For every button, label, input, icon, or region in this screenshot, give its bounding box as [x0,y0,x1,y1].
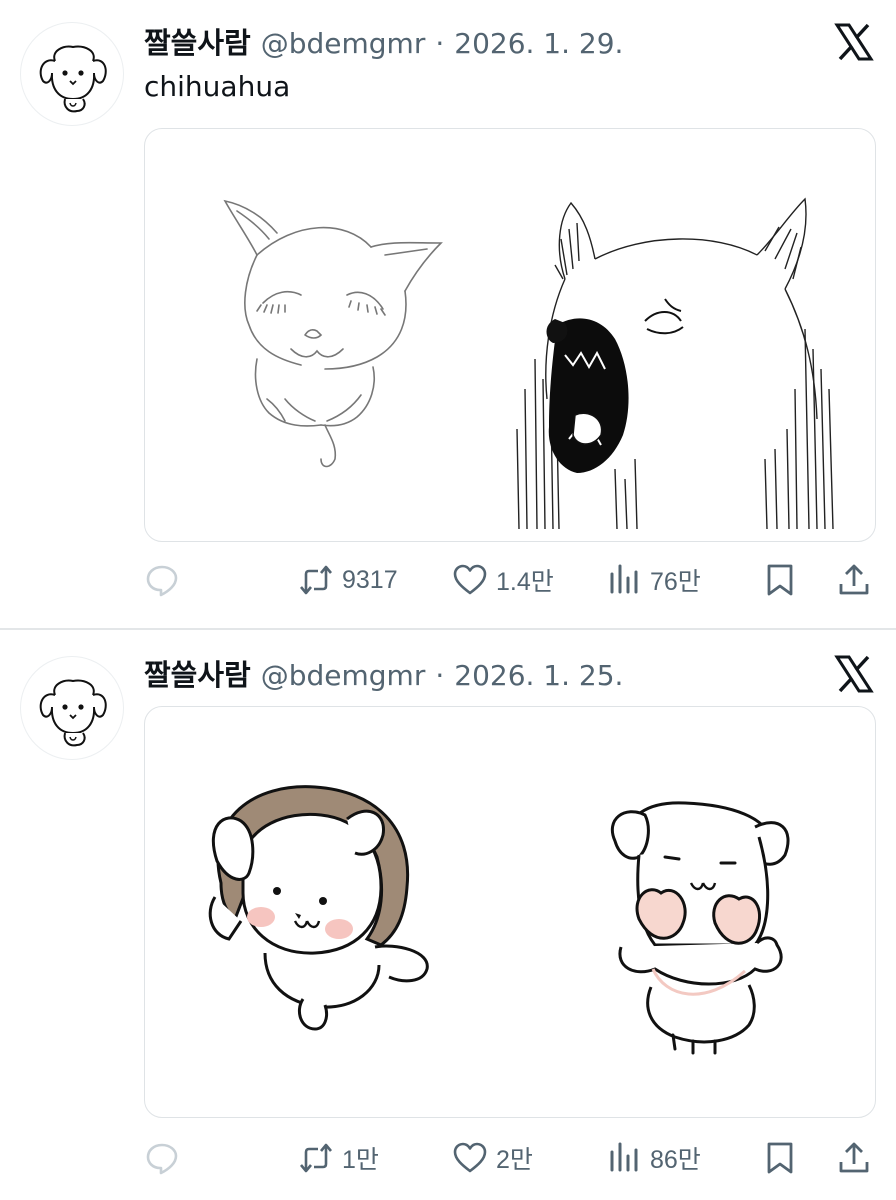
avatar[interactable] [20,22,124,126]
tweet-text: chihuahua [144,70,291,103]
views-button[interactable]: 86만 [606,1138,701,1178]
share-icon [836,562,872,598]
share-button[interactable] [836,1138,872,1178]
author-name[interactable]: 짤쓸사람 [144,20,251,62]
tweet-actions: 1만 2만 86만 [144,1138,876,1178]
retweet-icon [298,1140,334,1176]
avatar[interactable] [20,656,124,760]
bookmark-button[interactable] [762,1138,798,1178]
tweet-2[interactable]: 짤쓸사람 @bdemgmr · 2026. 1. 25. 1만 2만 86만 [0,630,896,1200]
views-icon [606,562,642,598]
view-count: 76만 [650,568,701,596]
puppy-earmuffs-drawing [208,785,429,1031]
retweet-button[interactable]: 9317 [298,560,398,600]
dog-avatar-icon [21,23,124,126]
tweet-header: 짤쓸사람 @bdemgmr · 2026. 1. 29. [144,20,806,60]
x-logo-icon[interactable] [834,654,874,694]
reply-button[interactable] [144,1138,188,1178]
calm-chihuahua-drawing [223,199,443,468]
retweet-count: 9317 [342,565,398,594]
author-handle[interactable]: @bdemgmr [261,27,426,60]
retweet-icon [298,562,334,598]
author-name[interactable]: 짤쓸사람 [144,652,251,694]
like-button[interactable]: 2만 [452,1138,533,1178]
tweet-header: 짤쓸사람 @bdemgmr · 2026. 1. 25. [144,652,806,692]
like-count: 2만 [496,1146,533,1174]
like-button[interactable]: 1.4만 [452,560,554,600]
share-icon [836,1140,872,1176]
tweet-1[interactable]: 짤쓸사람 @bdemgmr · 2026. 1. 29. chihuahua 9… [0,0,896,630]
screaming-chihuahua-drawing [516,197,834,530]
retweet-button[interactable]: 1만 [298,1138,379,1178]
separator: · [435,27,445,60]
tweet-media[interactable] [144,128,876,542]
retweet-count: 1만 [342,1146,379,1174]
bookmark-icon [762,1140,798,1176]
tweet-date[interactable]: 2026. 1. 25. [454,659,623,692]
heart-icon [452,562,488,598]
bookmark-button[interactable] [762,560,798,600]
reply-button[interactable] [144,560,188,600]
like-count: 1.4만 [496,568,554,596]
view-count: 86만 [650,1146,701,1174]
heart-icon [452,1140,488,1176]
tweet-date[interactable]: 2026. 1. 29. [454,27,623,60]
views-button[interactable]: 76만 [606,560,701,600]
reply-icon [144,562,180,598]
tweet-media[interactable] [144,706,876,1118]
author-handle[interactable]: @bdemgmr [261,659,426,692]
dog-avatar-icon [21,657,124,760]
share-button[interactable] [836,560,872,600]
x-logo-icon[interactable] [834,22,874,62]
tweet-actions: 9317 1.4만 76만 [144,560,876,600]
separator: · [435,659,445,692]
bookmark-icon [762,562,798,598]
puppy-mittens-drawing [610,801,790,1055]
reply-icon [144,1140,180,1176]
views-icon [606,1140,642,1176]
